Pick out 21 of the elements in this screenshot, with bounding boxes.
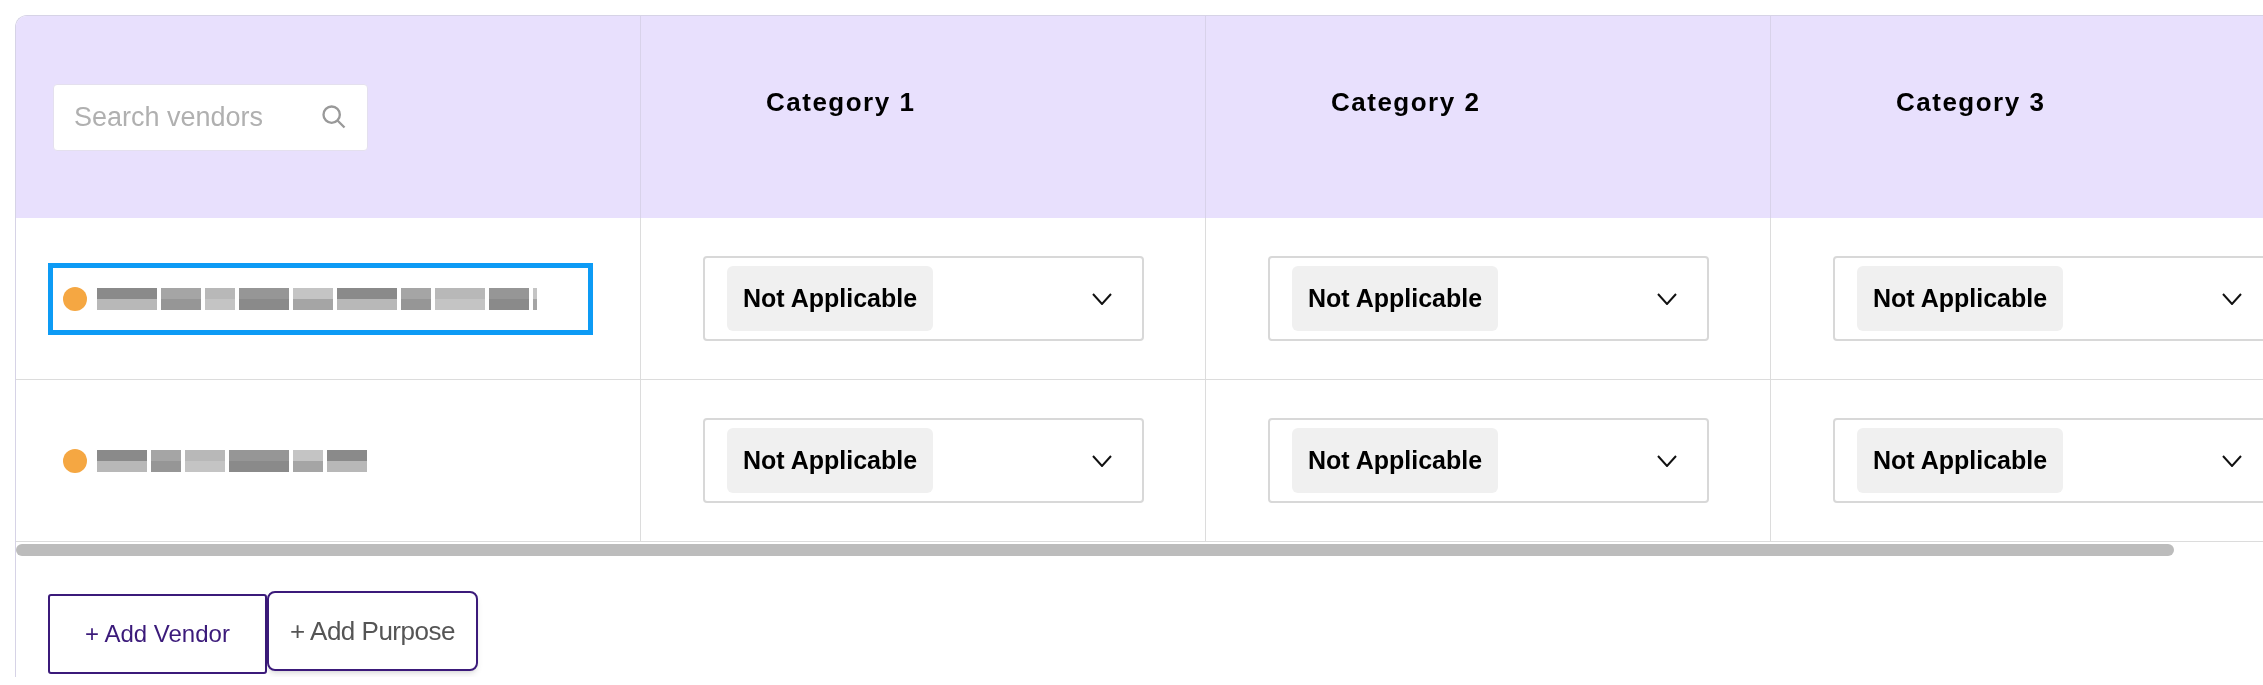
chevron-down-icon	[1092, 292, 1112, 305]
column-header: Category 2	[1331, 85, 1481, 119]
dropdown[interactable]: Not Applicable	[703, 418, 1144, 503]
dropdown[interactable]: Not Applicable	[703, 256, 1144, 341]
scrollbar[interactable]	[16, 544, 2174, 556]
search-icon	[320, 102, 348, 131]
add-vendor-button[interactable]: + Add Vendor	[48, 594, 267, 674]
chevron-down-icon	[2222, 454, 2242, 467]
search-field[interactable]: Search vendors	[53, 83, 368, 151]
chevron-down-icon	[1092, 454, 1112, 467]
chevron-down-icon	[2222, 292, 2242, 305]
dropdown[interactable]: Not Applicable	[1833, 418, 2263, 503]
chevron-down-icon	[1657, 292, 1677, 305]
column-header: Category 3	[1896, 85, 2046, 119]
chevron-down-icon	[1657, 454, 1677, 467]
column-header: Category 1	[766, 85, 916, 119]
vendor-name[interactable]	[48, 262, 593, 335]
dropdown[interactable]: Not Applicable	[1268, 418, 1709, 503]
add-purpose-button[interactable]: + Add Purpose	[267, 591, 478, 671]
dropdown[interactable]: Not Applicable	[1833, 256, 2263, 341]
dropdown[interactable]: Not Applicable	[1268, 256, 1709, 341]
